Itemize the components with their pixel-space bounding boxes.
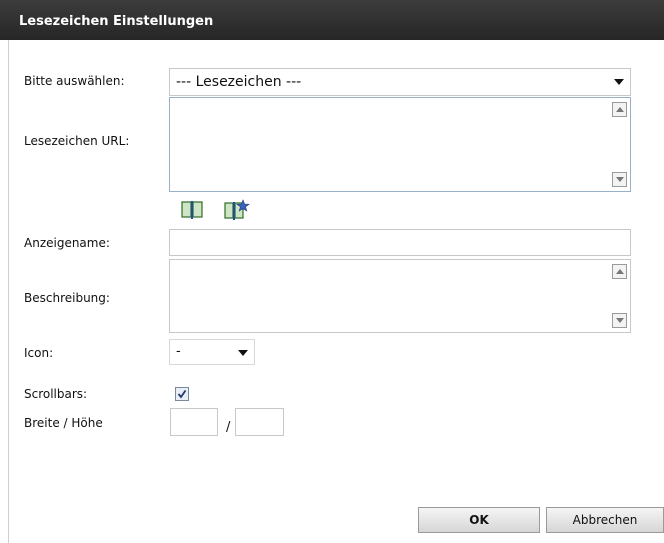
url-label: Lesezeichen URL: bbox=[24, 134, 130, 148]
scrollbars-checkbox[interactable] bbox=[175, 387, 189, 401]
display-name-input[interactable] bbox=[169, 229, 631, 256]
chevron-down-icon bbox=[614, 79, 624, 85]
scroll-down-button[interactable] bbox=[612, 172, 627, 187]
scroll-down-button[interactable] bbox=[612, 313, 627, 328]
icon-select-value: - bbox=[176, 344, 181, 359]
scroll-up-button[interactable] bbox=[612, 102, 627, 117]
size-label: Breite / Höhe bbox=[24, 416, 103, 430]
select-label: Bitte auswählen: bbox=[24, 74, 125, 88]
cancel-button[interactable]: Abbrechen bbox=[546, 507, 664, 533]
width-input[interactable] bbox=[170, 408, 218, 436]
size-separator: / bbox=[226, 420, 231, 435]
bookmark-select-value: --- Lesezeichen --- bbox=[176, 74, 302, 90]
display-name-label: Anzeigename: bbox=[24, 236, 110, 250]
description-textarea[interactable] bbox=[169, 259, 631, 333]
chevron-down-icon bbox=[238, 350, 248, 356]
icon-select[interactable]: - bbox=[169, 339, 255, 365]
dialog-title: Lesezeichen Einstellungen bbox=[19, 14, 214, 29]
book-star-icon[interactable] bbox=[224, 199, 250, 224]
scrollbars-label: Scrollbars: bbox=[24, 387, 88, 401]
scroll-up-button[interactable] bbox=[612, 264, 627, 279]
description-label: Beschreibung: bbox=[24, 291, 110, 305]
url-textarea[interactable] bbox=[169, 97, 631, 192]
checkmark-icon bbox=[177, 389, 187, 399]
open-book-icon[interactable] bbox=[181, 200, 205, 223]
bookmark-select[interactable]: --- Lesezeichen --- bbox=[169, 68, 631, 96]
ok-button[interactable]: OK bbox=[418, 507, 540, 533]
height-input[interactable] bbox=[235, 408, 284, 436]
icon-label: Icon: bbox=[24, 346, 54, 360]
dialog-titlebar[interactable]: Lesezeichen Einstellungen bbox=[0, 0, 664, 40]
